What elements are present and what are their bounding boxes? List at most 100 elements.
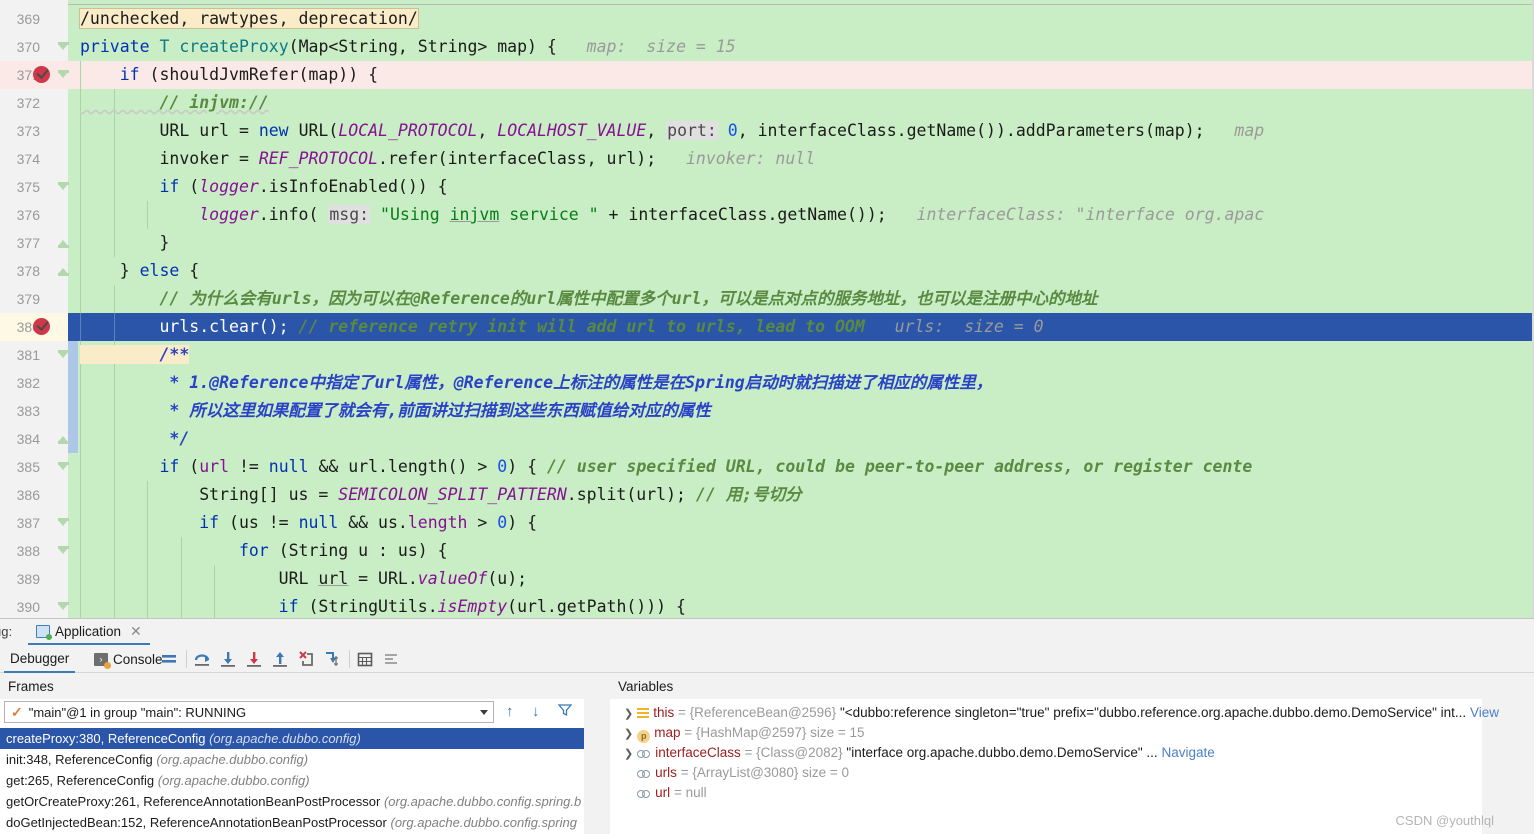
code-line[interactable]: 371 if (shouldJvmRefer(map)) { [0,61,1534,89]
code-token: port: [666,121,718,140]
show-execution-point-icon[interactable] [159,649,179,669]
frames-pane: Frames ✓ "main"@1 in group "main": RUNNI… [0,673,584,834]
settings-icon[interactable] [381,649,401,669]
step-over-icon[interactable] [192,649,212,669]
code-token: // user specified URL, could be peer-to-… [546,457,1253,476]
code-token: msg: [328,205,371,224]
code-line[interactable]: 384 */ [0,425,1534,453]
code-line[interactable]: 388 for (String u : us) { [0,537,1534,565]
tab-application[interactable]: Application ✕ [28,619,150,645]
code-token: urls: size = 0 [864,317,1044,336]
variable-row[interactable]: url = null [624,783,707,803]
line-number: 374 [16,151,40,167]
code-token: /** [80,345,190,364]
code-line[interactable]: 381 /** [0,341,1534,369]
line-number: 384 [16,431,40,447]
code-line[interactable]: 383 * 所以这里如果配置了就会有,前面讲过扫描到这些东西赋值给对应的属性 [0,397,1534,425]
line-text: invoker = REF_PROTOCOL.refer(interfaceCl… [68,145,815,173]
thread-selector[interactable]: ✓ "main"@1 in group "main": RUNNING [4,701,494,723]
breakpoint-icon[interactable] [33,66,50,83]
code-line[interactable]: 378 } else { [0,257,1534,285]
line-number: 381 [16,347,40,363]
frame-method: init:348, ReferenceConfig [6,752,153,767]
code-line[interactable]: 369/unchecked, rawtypes, deprecation/ [0,5,1534,33]
frame-row[interactable]: getOrCreateProxy:261, ReferenceAnnotatio… [0,791,584,812]
code-token: // 为什么会有urls，因为可以在@Reference的url属性中配置多个u… [80,289,1098,308]
code-line[interactable]: 390 if (StringUtils.isEmpty(url.getPath(… [0,593,1534,618]
frame-package: (org.apache.dubbo.config.spring [386,815,577,830]
variable-action-link[interactable]: View [1466,705,1499,720]
expand-arrow-icon[interactable]: ❯ [624,728,633,740]
code-token: for [80,541,279,560]
frame-row[interactable]: get:265, ReferenceConfig (org.apache.dub… [0,770,584,791]
code-token: else [139,261,190,280]
code-token: ( [189,457,200,476]
code-line[interactable]: 373 URL url = new URL(LOCAL_PROTOCOL, LO… [0,117,1534,145]
run-to-cursor-icon[interactable] [322,649,342,669]
tab-console[interactable]: › Console [88,645,169,673]
code-line[interactable]: 389 URL url = URL.valueOf(u); [0,565,1534,593]
tab-debugger[interactable]: Debugger [4,645,76,673]
force-step-into-icon[interactable] [244,649,264,669]
frame-row[interactable]: init:348, ReferenceConfig (org.apache.du… [0,749,584,770]
drop-frame-icon[interactable] [296,649,316,669]
code-token: createProxy [179,37,289,56]
variable-row[interactable]: urls = {ArrayList@3080} size = 0 [624,763,849,783]
frame-row[interactable]: doGetInjectedBean:152, ReferenceAnnotati… [0,812,584,833]
code-token: (Map<String, String> map) { [288,37,557,56]
code-line[interactable]: 376 logger.info( msg: "Using injvm servi… [0,201,1534,229]
close-icon[interactable]: ✕ [130,624,142,638]
frames-down-button[interactable]: ↓ [532,703,540,720]
code-token: interfaceClass: "interface org.apac [886,205,1265,224]
breakpoint-icon[interactable] [33,318,50,335]
variable-value: = {HashMap@2597} size = 15 [680,725,865,740]
code-line[interactable]: 375 if (logger.isInfoEnabled()) { [0,173,1534,201]
line-background [68,89,1534,117]
expand-arrow-icon[interactable]: ❯ [624,708,633,720]
variable-row[interactable]: ❯ interfaceClass = {Class@2082} "interfac… [624,743,1215,763]
frame-row[interactable]: createProxy:380, ReferenceConfig (org.ap… [0,728,584,749]
code-token: url [318,569,349,588]
code-line[interactable]: 374 invoker = REF_PROTOCOL.refer(interfa… [0,145,1534,173]
code-line[interactable]: 379 // 为什么会有urls，因为可以在@Reference的url属性中配… [0,285,1534,313]
code-token: ) { [507,513,538,532]
code-line[interactable]: 372 // injvm:// [0,89,1534,117]
step-into-icon[interactable] [218,649,238,669]
variable-action-link[interactable]: Navigate [1158,745,1214,760]
line-number: 378 [16,263,40,279]
frames-list[interactable]: createProxy:380, ReferenceConfig (org.ap… [0,728,584,834]
code-editor[interactable]: 369/unchecked, rawtypes, deprecation/370… [0,0,1534,618]
variables-pane: Variables ❯ this = {ReferenceBean@2596} "… [610,673,1499,834]
variable-row[interactable]: ❯ this = {ReferenceBean@2596} "<dubbo:ref… [624,703,1499,723]
code-token: LOCAL_PROTOCOL [338,121,478,140]
code-line[interactable]: 382 * 1.@Reference中指定了url属性，@Reference上标… [0,369,1534,397]
frame-package: (org.apache.dubbo.config) [154,773,310,788]
code-token: invoker: null [656,149,816,168]
code-token: // reference retry init will add url to … [298,317,865,336]
line-text: private T createProxy(Map<String, String… [68,33,736,61]
code-line[interactable]: 370 private T createProxy(Map<String, Str… [0,33,1534,61]
code-line[interactable]: 386 String[] us = SEMICOLON_SPLIT_PATTER… [0,481,1534,509]
line-number: 379 [16,291,40,307]
code-token: && url.length() > [318,457,498,476]
line-text: */ [68,425,189,453]
variable-row[interactable]: ❯ p map = {HashMap@2597} size = 15 [624,723,865,743]
variable-name: urls [655,765,677,780]
frame-package: (org.apache.dubbo.config) [152,752,309,767]
expand-arrow-icon[interactable]: ❯ [624,748,633,760]
code-line[interactable]: 385 if (url != null && url.length() > 0)… [0,453,1534,481]
code-line[interactable]: 377 } [0,229,1534,257]
line-background [68,257,1534,285]
code-line[interactable]: 387 if (us != null && us.length > 0) { [0,509,1534,537]
code-token: null [268,457,319,476]
code-token: .refer(interfaceClass, url); [378,149,657,168]
code-line[interactable]: 380 urls.clear(); // reference retry ini… [0,313,1534,341]
step-out-icon[interactable] [270,649,290,669]
frames-up-button[interactable]: ↑ [506,703,514,720]
filter-icon[interactable] [558,703,572,717]
line-text: if (shouldJvmRefer(map)) { [68,61,378,89]
chevron-down-icon[interactable] [480,710,488,715]
variable-value: = {ArrayList@3080} size = 0 [676,765,849,780]
evaluate-expression-icon[interactable] [355,649,375,669]
code-token: if [80,457,190,476]
